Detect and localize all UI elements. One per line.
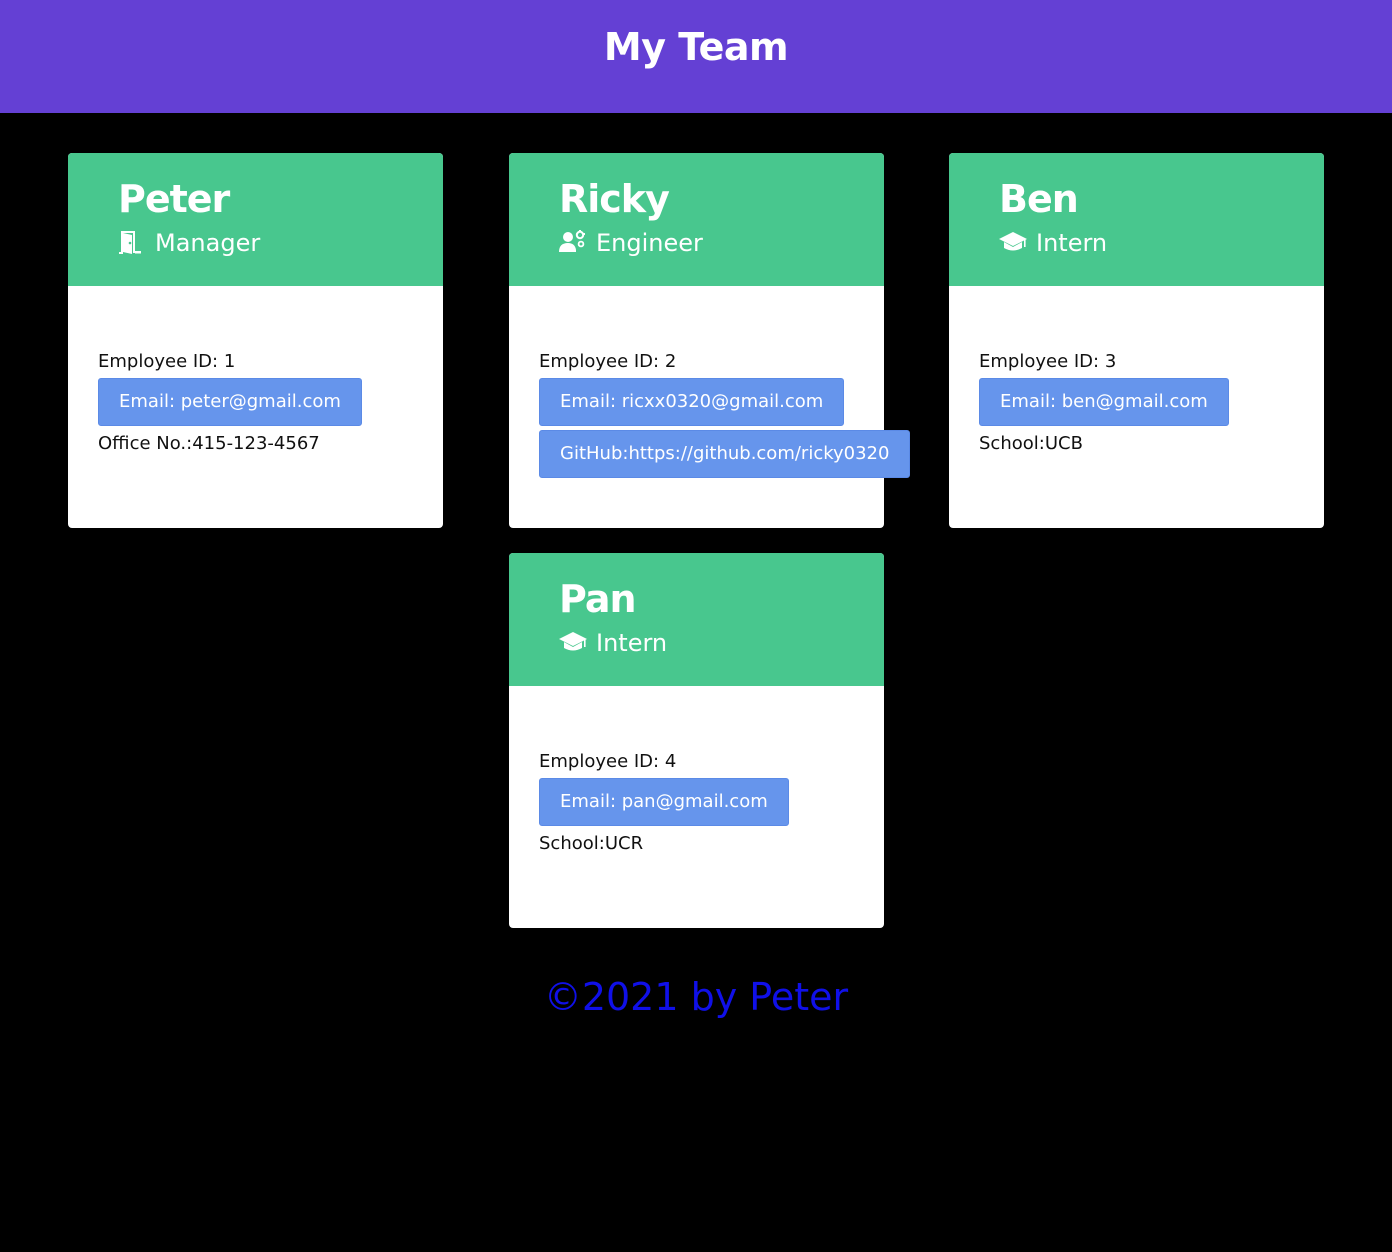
email-button[interactable]: Email: pan@gmail.com: [539, 778, 789, 826]
card-header: Ben Intern: [949, 153, 1324, 286]
employee-name: Peter: [118, 177, 230, 221]
card-header: Pan Intern: [509, 553, 884, 686]
employee-name: Ben: [999, 177, 1079, 221]
office-number: Office No.:415-123-4567: [98, 433, 320, 454]
card-body: Employee ID: 1 Email: peter@gmail.com Of…: [68, 286, 443, 456]
role-label: Engineer: [596, 229, 703, 257]
school: School:UCR: [539, 833, 644, 854]
footer-copyright: ©2021 by Peter: [543, 975, 849, 1019]
door-icon: [118, 230, 146, 256]
github-button[interactable]: GitHub:https://github.com/ricky0320: [539, 430, 911, 478]
role-label: Manager: [155, 229, 261, 257]
card-header: Peter Manager: [68, 153, 443, 286]
engineer-icon: [559, 230, 587, 256]
employee-id: Employee ID: 3: [979, 351, 1117, 372]
employee-id: Employee ID: 4: [539, 751, 677, 772]
card-body: Employee ID: 4 Email: pan@gmail.com Scho…: [509, 686, 884, 856]
employee-name: Ricky: [559, 177, 670, 221]
email-button[interactable]: Email: ricxx0320@gmail.com: [539, 378, 845, 426]
card-header: Ricky Engineer: [509, 153, 884, 286]
school: School:UCB: [979, 433, 1083, 454]
graduation-cap-icon: [559, 630, 587, 656]
role-label: Intern: [596, 629, 668, 657]
graduation-cap-icon: [999, 230, 1027, 256]
employee-role: Manager: [118, 229, 260, 257]
employee-role: Intern: [559, 629, 667, 657]
employee-card-peter: Peter Manager Employee ID: 1 Email: pete…: [68, 153, 443, 528]
employee-name: Pan: [559, 577, 637, 621]
employee-role: Engineer: [559, 229, 703, 257]
role-label: Intern: [1036, 229, 1108, 257]
card-body: Employee ID: 3 Email: ben@gmail.com Scho…: [949, 286, 1324, 456]
page-title: My Team: [603, 24, 789, 69]
employee-card-ricky: Ricky Engineer Employee ID: 2 Email: ric…: [509, 153, 911, 528]
employee-id: Employee ID: 2: [539, 351, 677, 372]
email-button[interactable]: Email: ben@gmail.com: [979, 378, 1229, 426]
page-header: My Team: [0, 0, 1392, 113]
email-button[interactable]: Email: peter@gmail.com: [98, 378, 362, 426]
card-body: Employee ID: 2 Email: ricxx0320@gmail.co…: [509, 286, 911, 478]
employee-id: Employee ID: 1: [98, 351, 236, 372]
employee-role: Intern: [999, 229, 1107, 257]
employee-card-pan: Pan Intern Employee ID: 4 Email: pan@gma…: [509, 553, 884, 928]
employee-card-ben: Ben Intern Employee ID: 3 Email: ben@gma…: [949, 153, 1324, 528]
